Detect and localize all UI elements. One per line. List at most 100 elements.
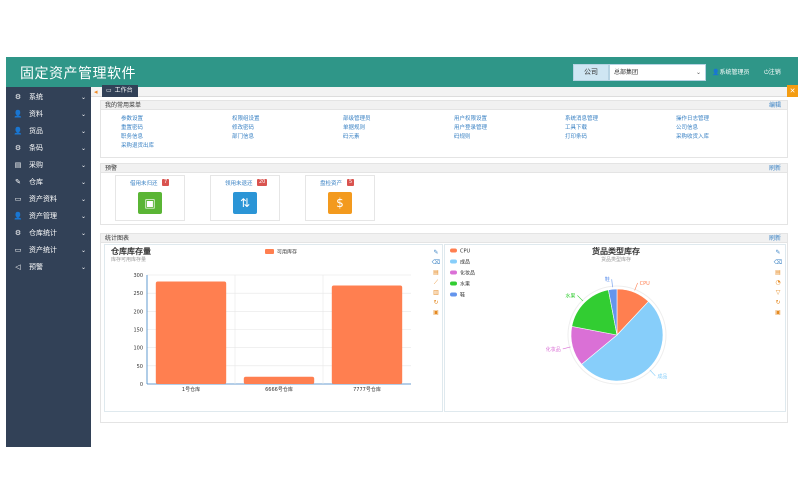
erase-icon[interactable]: ⌫: [431, 259, 440, 266]
company-label: 公司: [573, 64, 609, 81]
sidebar-item-5[interactable]: ✎ 仓库 ⌄: [6, 174, 91, 191]
chevron-down-icon: ⌄: [80, 145, 86, 152]
legend-label[interactable]: 可用库存: [277, 249, 297, 256]
bar[interactable]: [155, 281, 227, 384]
alert-label: 领用未退还: [225, 181, 253, 187]
menu-link[interactable]: 单据规则: [343, 123, 365, 131]
menu-link[interactable]: 重置密码: [121, 123, 143, 131]
close-icon[interactable]: ✕: [787, 85, 798, 97]
chevron-down-icon: ⌄: [80, 179, 86, 186]
legend-swatch[interactable]: [450, 270, 457, 275]
bar[interactable]: [243, 376, 315, 384]
sidebar-item-label: 预警: [29, 263, 43, 271]
restore-icon[interactable]: ↻: [775, 299, 780, 306]
y-tick-label: 150: [133, 328, 143, 334]
sidebar-item-4[interactable]: ▤ 采购 ⌄: [6, 157, 91, 174]
chevron-down-icon: ⌄: [80, 196, 86, 203]
menu-link[interactable]: 部级管理员: [343, 114, 371, 122]
legend-label[interactable]: 鞋: [460, 292, 465, 299]
line-icon[interactable]: ⟋: [434, 279, 439, 286]
gear-icon: ⚙: [14, 93, 22, 101]
menu-link[interactable]: 码规则: [454, 132, 471, 140]
x-tick-label: 7777号仓库: [353, 386, 381, 393]
legend-label[interactable]: 成品: [460, 259, 470, 266]
user-menu[interactable]: 👤系统管理员: [712, 67, 750, 76]
sidebar-item-label: 资料: [29, 110, 43, 118]
alert-card[interactable]: 盘检资产 5 $: [305, 175, 375, 221]
alert-label: 借用未归还: [130, 181, 158, 187]
legend-label[interactable]: 水果: [460, 281, 470, 288]
menu-link[interactable]: 权限组设置: [232, 114, 260, 122]
warehouse-bar-chart: 仓库库存量 库存可用库存量 可用库存 0 50 100 150 200 250 300 1号仓库 66…: [104, 244, 443, 412]
menu-link[interactable]: 采购退货出库: [121, 141, 154, 149]
menu-link[interactable]: 部门信息: [232, 132, 254, 140]
menu-link[interactable]: 码元素: [343, 132, 360, 140]
bar[interactable]: [331, 285, 403, 384]
menu-link[interactable]: 公司信息: [676, 123, 698, 131]
funnel-icon[interactable]: ▽: [776, 289, 781, 296]
legend-swatch[interactable]: [450, 259, 457, 264]
chevron-down-icon: ⌄: [80, 230, 86, 237]
alert-card[interactable]: 领用未退还 20 ⇅: [210, 175, 280, 221]
legend-swatch[interactable]: [450, 248, 457, 253]
save-icon[interactable]: ▣: [775, 309, 781, 316]
gear-icon: ⚙: [14, 144, 22, 152]
menu-link[interactable]: 操作日志管理: [676, 114, 709, 122]
legend-label[interactable]: 化妆品: [460, 270, 475, 277]
menu-link[interactable]: 系统消息管理: [565, 114, 598, 122]
app-window: 固定资产管理软件 公司 总部集团 ⌄ 👤系统管理员 ⏻注销 ⚙ 系统 ⌄ 👤 资料 ⌄ 👤 货…: [6, 57, 798, 447]
slice-label: CPU: [640, 281, 651, 287]
pie-icon[interactable]: ◔: [775, 279, 780, 286]
top-bar: 固定资产管理软件 公司 总部集团 ⌄ 👤系统管理员 ⏻注销: [6, 57, 798, 87]
legend-swatch[interactable]: [265, 249, 274, 254]
tab-scroll-left-icon[interactable]: ◂: [94, 87, 98, 97]
menu-link[interactable]: 用户登录管理: [454, 123, 487, 131]
company-select[interactable]: 总部集团 ⌄: [609, 64, 706, 81]
label-leader: [649, 369, 656, 377]
logout-label: 注销: [768, 69, 781, 76]
bar-icon[interactable]: ▥: [433, 289, 439, 296]
sidebar-item-8[interactable]: ⚙ 仓库统计 ⌄: [6, 225, 91, 242]
logout-button[interactable]: ⏻注销: [764, 67, 781, 77]
erase-icon[interactable]: ⌫: [773, 259, 782, 266]
menu-link[interactable]: 参数设置: [121, 114, 143, 122]
chart-subtitle: 库存可用库存量: [111, 256, 146, 263]
monitor-icon: ▭: [14, 246, 22, 254]
legend-label[interactable]: CPU: [460, 249, 471, 255]
refresh-button[interactable]: 刷新: [769, 164, 781, 173]
legend-swatch[interactable]: [450, 281, 457, 286]
menu-link[interactable]: 打印条码: [565, 132, 587, 140]
user-icon: 👤: [13, 127, 23, 135]
sidebar-item-10[interactable]: ◁ 预警 ⌄: [6, 259, 91, 276]
tab-label: 工作台: [114, 87, 133, 94]
slice-label: 鞋: [605, 276, 610, 283]
sidebar-item-1[interactable]: 👤 资料 ⌄: [6, 106, 91, 123]
sidebar-item-7[interactable]: 👤 资产管理 ⌄: [6, 208, 91, 225]
restore-icon[interactable]: ↻: [433, 299, 438, 306]
menu-link[interactable]: 工具下载: [565, 123, 587, 131]
refresh-button[interactable]: 刷新: [769, 234, 781, 243]
edit-button[interactable]: 编辑: [769, 101, 781, 110]
mark-icon[interactable]: ✎: [433, 249, 438, 256]
tab-workbench[interactable]: ▭ 工作台: [102, 85, 138, 97]
menu-link[interactable]: 职务信息: [121, 132, 143, 140]
sidebar-item-6[interactable]: ▭ 资产资料 ⌄: [6, 191, 91, 208]
save-icon[interactable]: ▣: [433, 309, 439, 316]
menu-link[interactable]: 修改密码: [232, 123, 254, 131]
sidebar-item-2[interactable]: 👤 货品 ⌄: [6, 123, 91, 140]
sidebar-item-0[interactable]: ⚙ 系统 ⌄: [6, 89, 91, 106]
sidebar-item-9[interactable]: ▭ 资产统计 ⌄: [6, 242, 91, 259]
chevron-down-icon: ⌄: [80, 264, 86, 271]
legend-swatch[interactable]: [450, 292, 457, 297]
mark-icon[interactable]: ✎: [775, 249, 780, 256]
chevron-down-icon: ⌄: [80, 111, 86, 118]
sidebar-item-3[interactable]: ⚙ 条码 ⌄: [6, 140, 91, 157]
edit-icon: ✎: [15, 178, 21, 186]
chart-subtitle: 货品类型库存: [601, 256, 631, 263]
data-view-icon[interactable]: ▤: [775, 269, 781, 276]
menu-link[interactable]: 采购收货入库: [676, 132, 709, 140]
label-leader: [577, 295, 584, 302]
data-view-icon[interactable]: ▤: [433, 269, 439, 276]
menu-link[interactable]: 用户权限设置: [454, 114, 487, 122]
alert-card[interactable]: 借用未归还 7 ▣: [115, 175, 185, 221]
